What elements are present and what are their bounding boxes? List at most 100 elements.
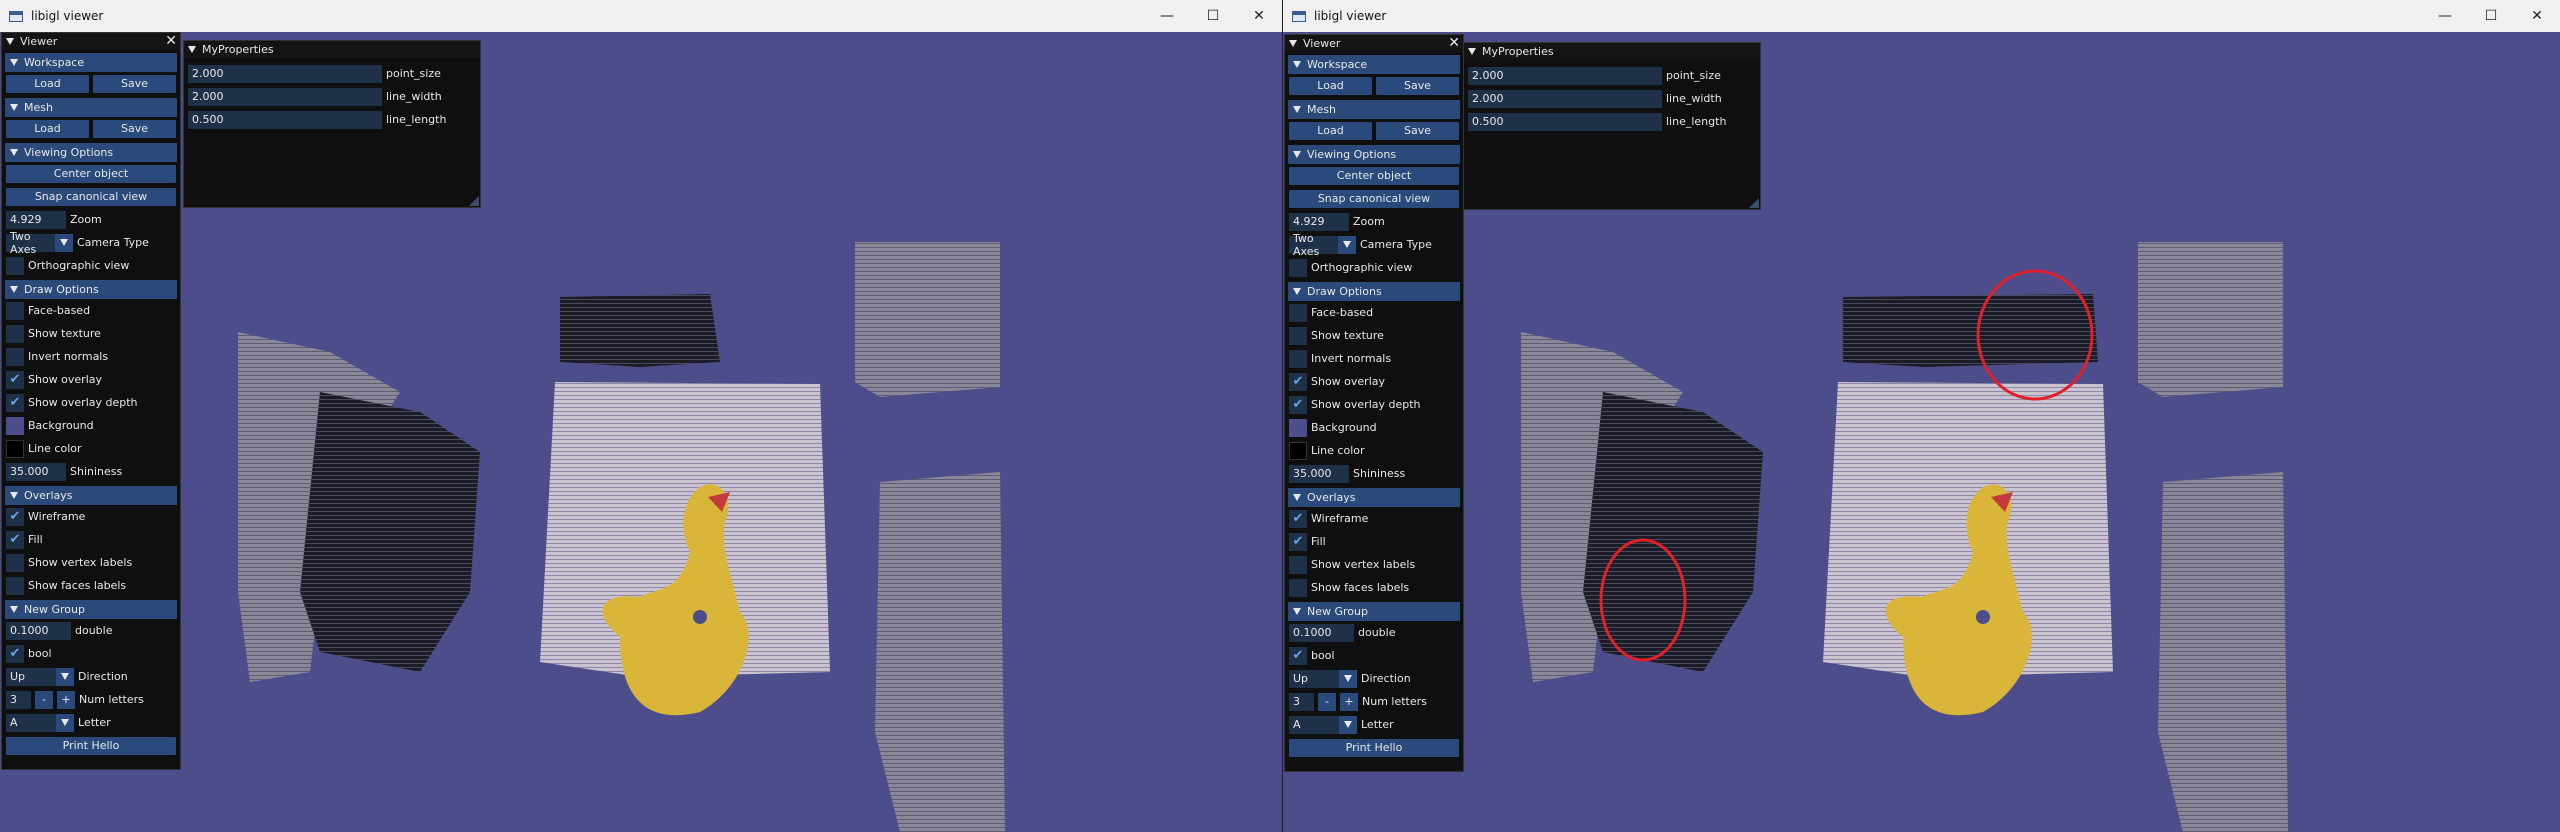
close-window-button[interactable]: ✕: [2514, 0, 2560, 32]
workspace-load-button[interactable]: Load: [6, 74, 89, 93]
chevron-down-icon: [55, 233, 73, 252]
point-size-input[interactable]: 2.000: [188, 64, 382, 83]
maximize-button[interactable]: ☐: [2468, 0, 2514, 32]
line-width-input[interactable]: 2.000: [188, 87, 382, 106]
overlays-header[interactable]: Overlays: [5, 486, 177, 505]
invert-normals-checkbox[interactable]: [6, 347, 24, 366]
mesh-save-button[interactable]: Save: [93, 119, 176, 138]
close-window-button[interactable]: ✕: [1236, 0, 1282, 32]
face-based-checkbox[interactable]: [6, 301, 24, 320]
background-color-swatch[interactable]: [6, 416, 24, 435]
close-icon[interactable]: ✕: [165, 33, 177, 50]
wireframe-checkbox[interactable]: ✔: [1289, 509, 1307, 528]
mesh-save-button[interactable]: Save: [1376, 121, 1459, 140]
show-texture-checkbox[interactable]: [1289, 326, 1307, 345]
letter-select[interactable]: A: [6, 713, 74, 732]
invert-normals-checkbox[interactable]: [1289, 349, 1307, 368]
viewer-window-right: libigl viewer — ☐ ✕ Viewer ✕ Workspace L…: [1283, 0, 2560, 832]
shininess-input[interactable]: 35.000: [6, 462, 66, 481]
maximize-button[interactable]: ☐: [1190, 0, 1236, 32]
background-color-swatch[interactable]: [1289, 418, 1307, 437]
center-object-button[interactable]: Center object: [6, 164, 176, 183]
mesh-load-button[interactable]: Load: [1289, 121, 1372, 140]
line-width-input[interactable]: 2.000: [1468, 89, 1662, 108]
direction-select[interactable]: Up: [6, 667, 74, 686]
orthographic-checkbox[interactable]: [6, 256, 24, 275]
show-overlay-checkbox[interactable]: ✔: [1289, 372, 1307, 391]
line-color-swatch[interactable]: [1289, 441, 1307, 460]
viewing-options-header[interactable]: Viewing Options: [5, 143, 177, 162]
draw-options-header[interactable]: Draw Options: [1288, 282, 1460, 301]
bool-checkbox[interactable]: ✔: [1289, 646, 1307, 665]
workspace-save-button[interactable]: Save: [93, 74, 176, 93]
close-icon[interactable]: ✕: [1448, 35, 1460, 52]
increment-button[interactable]: +: [57, 690, 75, 709]
show-texture-checkbox[interactable]: [6, 324, 24, 343]
chevron-down-icon: [1339, 669, 1357, 688]
workspace-load-button[interactable]: Load: [1289, 76, 1372, 95]
fill-checkbox[interactable]: ✔: [1289, 532, 1307, 551]
my-properties-title[interactable]: MyProperties: [1464, 43, 1760, 60]
show-overlay-checkbox[interactable]: ✔: [6, 370, 24, 389]
fill-checkbox[interactable]: ✔: [6, 530, 24, 549]
new-group-header[interactable]: New Group: [1288, 602, 1460, 621]
face-labels-checkbox[interactable]: [6, 576, 24, 595]
snap-canonical-view-button[interactable]: Snap canonical view: [6, 187, 176, 206]
show-overlay-depth-checkbox[interactable]: ✔: [6, 393, 24, 412]
point-cloud-scene[interactable]: Viewer ✕ Workspace Load Save Mesh Load S…: [0, 32, 1282, 832]
letter-select[interactable]: A: [1289, 715, 1357, 734]
upper-dark-points: [560, 294, 720, 367]
mesh-header[interactable]: Mesh: [5, 98, 177, 117]
face-based-checkbox[interactable]: [1289, 303, 1307, 322]
workspace-header[interactable]: Workspace: [5, 53, 177, 72]
mesh-load-button[interactable]: Load: [6, 119, 89, 138]
vertex-labels-checkbox[interactable]: [6, 553, 24, 572]
dark-object-points: [300, 392, 480, 672]
print-hello-button[interactable]: Print Hello: [6, 736, 176, 755]
overlays-header[interactable]: Overlays: [1288, 488, 1460, 507]
wireframe-checkbox[interactable]: ✔: [6, 507, 24, 526]
decrement-button[interactable]: -: [35, 690, 53, 709]
point-cloud-scene[interactable]: Viewer ✕ Workspace Load Save Mesh Load S…: [1283, 32, 2560, 832]
dark-object-points: [1583, 392, 1763, 672]
show-overlay-depth-checkbox[interactable]: ✔: [1289, 395, 1307, 414]
my-properties-title[interactable]: MyProperties: [184, 41, 480, 58]
face-labels-checkbox[interactable]: [1289, 578, 1307, 597]
point-size-input[interactable]: 2.000: [1468, 66, 1662, 85]
zoom-input[interactable]: 4.929: [1289, 212, 1349, 231]
camera-type-select[interactable]: Two Axes: [6, 230, 73, 256]
camera-type-select[interactable]: Two Axes: [1289, 232, 1356, 258]
minimize-button[interactable]: —: [1144, 0, 1190, 32]
workspace-header[interactable]: Workspace: [1288, 55, 1460, 74]
orthographic-checkbox[interactable]: [1289, 258, 1307, 277]
num-letters-input[interactable]: 3: [1289, 692, 1314, 711]
camera-type-label: Camera Type: [1360, 238, 1432, 251]
minimize-button[interactable]: —: [2422, 0, 2468, 32]
resize-grip[interactable]: [1749, 198, 1759, 208]
line-length-input[interactable]: 0.500: [188, 110, 382, 129]
line-color-swatch[interactable]: [6, 439, 24, 458]
direction-select[interactable]: Up: [1289, 669, 1357, 688]
double-input[interactable]: 0.1000: [1289, 623, 1354, 642]
double-input[interactable]: 0.1000: [6, 621, 71, 640]
line-length-input[interactable]: 0.500: [1468, 112, 1662, 131]
viewer-panel-title[interactable]: Viewer ✕: [2, 33, 180, 50]
print-hello-button[interactable]: Print Hello: [1289, 738, 1459, 757]
workspace-save-button[interactable]: Save: [1376, 76, 1459, 95]
snap-canonical-view-button[interactable]: Snap canonical view: [1289, 189, 1459, 208]
bool-checkbox[interactable]: ✔: [6, 644, 24, 663]
shininess-input[interactable]: 35.000: [1289, 464, 1349, 483]
right-lower-points: [2158, 472, 2288, 832]
center-object-button[interactable]: Center object: [1289, 166, 1459, 185]
draw-options-header[interactable]: Draw Options: [5, 280, 177, 299]
mesh-header[interactable]: Mesh: [1288, 100, 1460, 119]
resize-grip[interactable]: [469, 196, 479, 206]
new-group-header[interactable]: New Group: [5, 600, 177, 619]
num-letters-input[interactable]: 3: [6, 690, 31, 709]
viewer-panel-title[interactable]: Viewer ✕: [1285, 35, 1463, 52]
zoom-input[interactable]: 4.929: [6, 210, 66, 229]
decrement-button[interactable]: -: [1318, 692, 1336, 711]
viewing-options-header[interactable]: Viewing Options: [1288, 145, 1460, 164]
increment-button[interactable]: +: [1340, 692, 1358, 711]
vertex-labels-checkbox[interactable]: [1289, 555, 1307, 574]
